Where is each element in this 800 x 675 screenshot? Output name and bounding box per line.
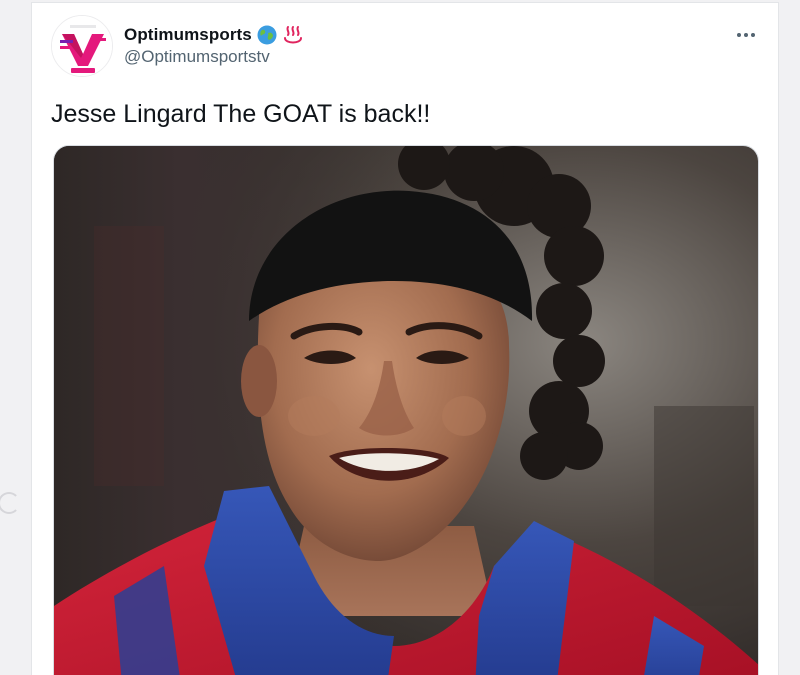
tweet-media-photo[interactable] [53, 145, 759, 675]
tweet-text: Jesse Lingard The GOAT is back!! [51, 100, 431, 128]
loading-spinner-icon [0, 492, 20, 514]
display-name[interactable]: Optimumsports [124, 25, 252, 45]
globe-icon [256, 24, 278, 46]
more-icon[interactable] [732, 25, 760, 45]
avatar[interactable] [51, 15, 113, 77]
footballer-photo [54, 146, 758, 675]
tweet-card[interactable]: Optimumsports @Optimumsportstv Jesse Lin… [31, 2, 779, 675]
author-row[interactable]: Optimumsports [124, 22, 304, 48]
user-handle[interactable]: @Optimumsportstv [124, 47, 270, 67]
hot-springs-icon [282, 24, 304, 46]
optimumsports-logo-icon [52, 16, 112, 76]
screenshot-stage: Optimumsports @Optimumsportstv Jesse Lin… [0, 0, 800, 675]
